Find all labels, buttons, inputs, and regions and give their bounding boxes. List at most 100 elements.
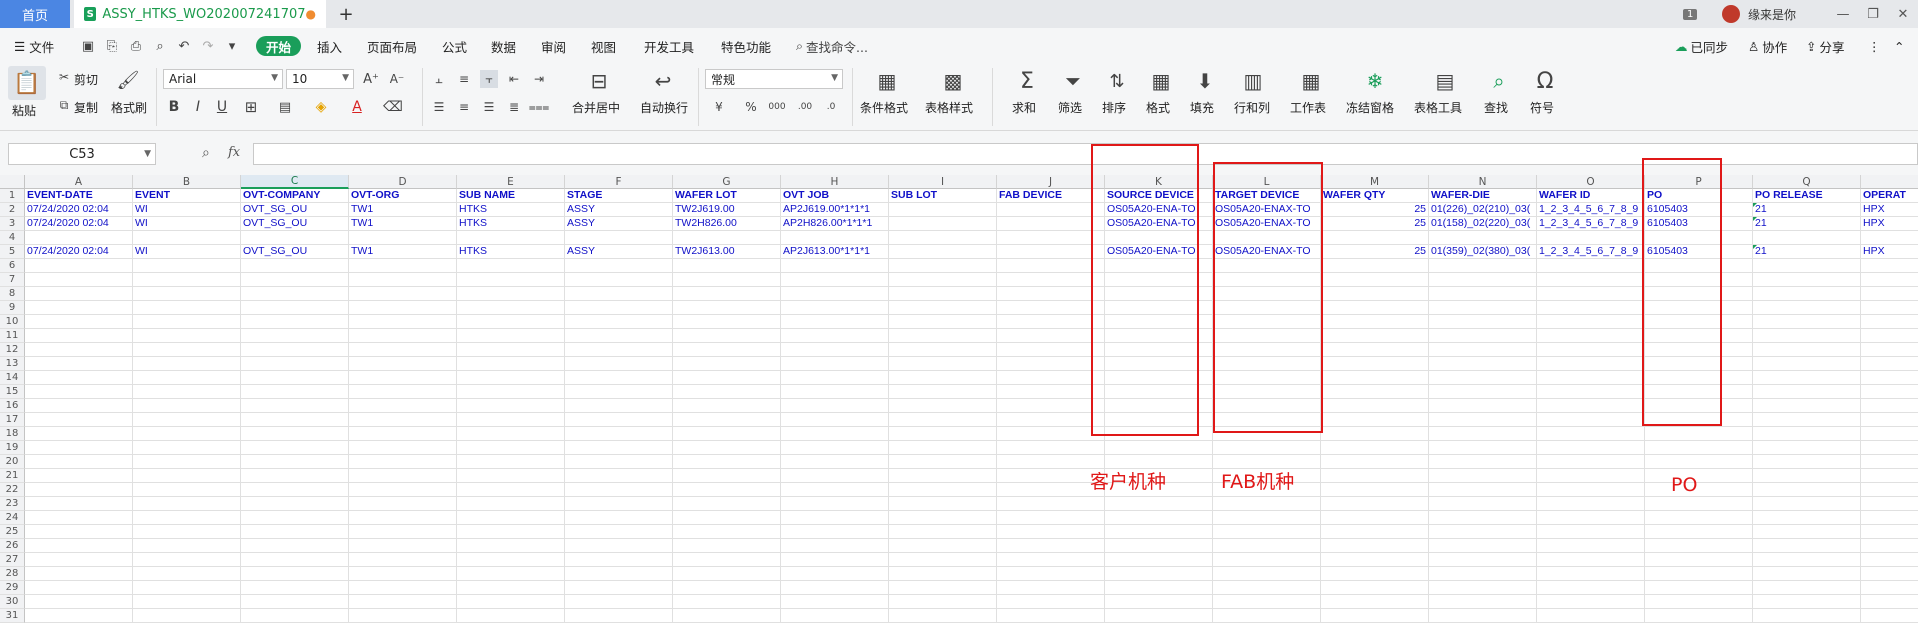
- cell[interactable]: [1537, 511, 1645, 525]
- cell[interactable]: [1537, 595, 1645, 609]
- cell[interactable]: [133, 329, 241, 343]
- cell[interactable]: [349, 539, 457, 553]
- cell[interactable]: [1213, 581, 1321, 595]
- cell[interactable]: [997, 385, 1105, 399]
- cell[interactable]: [781, 483, 889, 497]
- cell[interactable]: [889, 413, 997, 427]
- column-header[interactable]: D: [349, 175, 457, 189]
- command-search[interactable]: ⌕ 查找命令...: [796, 36, 868, 56]
- cell[interactable]: [997, 553, 1105, 567]
- cell[interactable]: [889, 539, 997, 553]
- menu-insert[interactable]: 插入: [317, 36, 342, 56]
- redo-icon[interactable]: ↷: [200, 38, 216, 54]
- cell[interactable]: 21: [1753, 217, 1861, 231]
- cell[interactable]: HPX: [1861, 217, 1918, 231]
- fill-color-icon[interactable]: ◈: [312, 98, 330, 116]
- cell[interactable]: ASSY: [565, 245, 673, 259]
- cell[interactable]: [457, 497, 565, 511]
- cell[interactable]: [133, 539, 241, 553]
- menu-review[interactable]: 审阅: [541, 36, 566, 56]
- cell[interactable]: [1429, 469, 1537, 483]
- cell[interactable]: [1753, 511, 1861, 525]
- cell[interactable]: [457, 357, 565, 371]
- row-column-button[interactable]: 行和列: [1234, 99, 1270, 116]
- cell[interactable]: [25, 273, 133, 287]
- cell[interactable]: [349, 469, 457, 483]
- cell[interactable]: [997, 217, 1105, 231]
- cell[interactable]: [1213, 441, 1321, 455]
- cell[interactable]: [781, 609, 889, 623]
- cell[interactable]: [889, 497, 997, 511]
- cell[interactable]: [673, 231, 781, 245]
- cell[interactable]: [1429, 357, 1537, 371]
- cell[interactable]: [457, 287, 565, 301]
- cell[interactable]: [1105, 441, 1213, 455]
- cell[interactable]: [1753, 399, 1861, 413]
- cell[interactable]: [781, 371, 889, 385]
- row-header[interactable]: 25: [0, 525, 25, 539]
- cell[interactable]: [349, 427, 457, 441]
- cell[interactable]: [25, 483, 133, 497]
- header-cell[interactable]: FAB DEVICE: [997, 189, 1105, 203]
- row-header[interactable]: 14: [0, 371, 25, 385]
- cell[interactable]: [1429, 399, 1537, 413]
- cell[interactable]: [565, 259, 673, 273]
- cell[interactable]: AP2J613.00*1*1*1: [781, 245, 889, 259]
- fill-button[interactable]: 填充: [1190, 99, 1214, 116]
- cell[interactable]: [349, 595, 457, 609]
- cell[interactable]: [349, 441, 457, 455]
- new-tab-button[interactable]: +: [334, 2, 358, 26]
- cell[interactable]: [1861, 595, 1918, 609]
- copy-button[interactable]: 复制: [74, 99, 98, 116]
- cell[interactable]: [1645, 525, 1753, 539]
- cell[interactable]: [1321, 581, 1429, 595]
- cell[interactable]: [1537, 385, 1645, 399]
- cell[interactable]: [1429, 231, 1537, 245]
- cell[interactable]: [781, 511, 889, 525]
- cell[interactable]: [241, 259, 349, 273]
- borders-icon[interactable]: ⊞: [242, 98, 260, 116]
- restore-icon[interactable]: ❐: [1858, 0, 1888, 28]
- cell[interactable]: [781, 581, 889, 595]
- cell[interactable]: [1645, 469, 1753, 483]
- sort-button[interactable]: 排序: [1102, 99, 1126, 116]
- cell[interactable]: [349, 483, 457, 497]
- cell[interactable]: [1861, 609, 1918, 623]
- cell[interactable]: [133, 441, 241, 455]
- cell[interactable]: [997, 595, 1105, 609]
- cell[interactable]: [1861, 399, 1918, 413]
- cell[interactable]: [1753, 413, 1861, 427]
- cell[interactable]: [1321, 511, 1429, 525]
- cell[interactable]: [997, 609, 1105, 623]
- cell[interactable]: [889, 385, 997, 399]
- increase-decimal-icon[interactable]: .00: [794, 98, 816, 116]
- cell[interactable]: [1537, 413, 1645, 427]
- cell[interactable]: TW2J619.00: [673, 203, 781, 217]
- cell[interactable]: [889, 371, 997, 385]
- save-icon[interactable]: ▣: [80, 38, 96, 54]
- row-header[interactable]: 5: [0, 245, 25, 259]
- font-size-select[interactable]: 10 ▼: [286, 69, 354, 89]
- cell[interactable]: [889, 217, 997, 231]
- cell[interactable]: [1321, 539, 1429, 553]
- cell[interactable]: [1537, 455, 1645, 469]
- spreadsheet-grid[interactable]: A B C D E F G H I J K L M N O P Q 1 EVENT-DATE EVENT OVT-COM…: [0, 175, 1918, 633]
- cell[interactable]: [133, 357, 241, 371]
- conditional-format-button[interactable]: 条件格式: [860, 99, 908, 116]
- cell[interactable]: 07/24/2020 02:04: [25, 217, 133, 231]
- cell[interactable]: [133, 273, 241, 287]
- font-color-icon[interactable]: A: [348, 98, 366, 116]
- cell[interactable]: [133, 413, 241, 427]
- cell[interactable]: [1861, 539, 1918, 553]
- cell[interactable]: [1753, 357, 1861, 371]
- cell[interactable]: [1861, 525, 1918, 539]
- cell[interactable]: [1861, 469, 1918, 483]
- header-cell[interactable]: OVT-COMPANY: [241, 189, 349, 203]
- cell[interactable]: [673, 539, 781, 553]
- sum-button[interactable]: 求和: [1012, 99, 1036, 116]
- cell[interactable]: [25, 427, 133, 441]
- more-options-icon[interactable]: ⋮: [1868, 36, 1881, 56]
- cell[interactable]: [25, 581, 133, 595]
- cell[interactable]: [133, 553, 241, 567]
- cell[interactable]: [1753, 329, 1861, 343]
